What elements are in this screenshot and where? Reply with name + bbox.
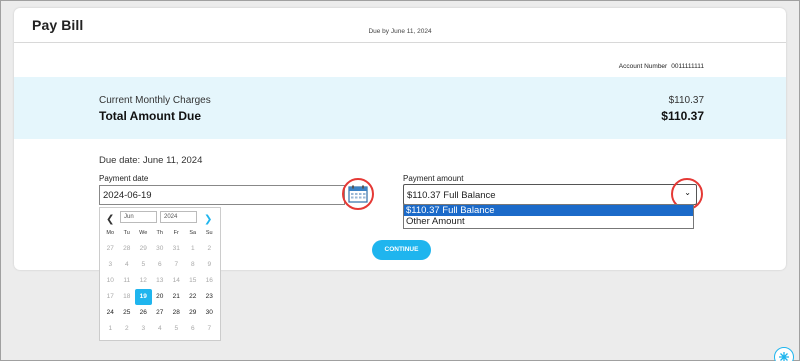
calendar-day[interactable]: 20: [152, 289, 169, 305]
weekday-label: Su: [205, 230, 213, 236]
calendar-day[interactable]: 24: [102, 305, 119, 321]
calendar-week-row: 24 25 26 27 28 29 30: [102, 305, 218, 321]
calendar-day: 2: [124, 325, 129, 332]
calendar-day[interactable]: 21: [168, 289, 185, 305]
calendar-day: 2: [207, 245, 212, 252]
calendar-day: 1: [108, 325, 113, 332]
calendar-day: 9: [207, 261, 212, 268]
payment-amount-label: Payment amount: [403, 174, 464, 183]
calendar-week-row: 27 28 29 30 31 1 2: [102, 241, 218, 257]
weekday-label: Fr: [173, 230, 179, 236]
calendar-day: 6: [190, 325, 195, 332]
chevron-right-icon[interactable]: ❯: [204, 214, 212, 225]
calendar-day: 12: [139, 277, 147, 284]
weekday-label: Sa: [189, 230, 197, 236]
card-header: Pay Bill Due by June 11, 2024: [14, 8, 786, 43]
chevron-left-icon[interactable]: ❮: [106, 214, 114, 225]
calendar-day-selected[interactable]: 19: [135, 289, 152, 305]
calendar-day[interactable]: 25: [119, 305, 136, 321]
calendar-day: 13: [156, 277, 164, 284]
calendar-day: 30: [156, 245, 164, 252]
payment-date-label: Payment date: [99, 174, 149, 183]
due-by-text: Due by June 11, 2024: [368, 28, 432, 35]
calendar-day: 7: [207, 325, 212, 332]
calendar-day: 16: [205, 277, 213, 284]
calendar-day: 4: [124, 261, 129, 268]
calendar-day[interactable]: 27: [152, 305, 169, 321]
payment-date-input[interactable]: 2024-06-19: [99, 185, 345, 205]
calendar-week-row: 1 2 3 4 5 6 7: [102, 321, 218, 337]
current-charges-label: Current Monthly Charges: [99, 95, 211, 106]
calendar-day: 5: [174, 325, 179, 332]
account-number-label: Account Number: [618, 63, 668, 70]
weekday-label: Tu: [123, 230, 130, 236]
calendar-week-row: 10 11 12 13 14 15 16: [102, 273, 218, 289]
calendar-day[interactable]: 23: [201, 289, 218, 305]
calendar-day: 6: [157, 261, 162, 268]
due-date-text: Due date: June 11, 2024: [99, 155, 203, 166]
calendar-day: 29: [139, 245, 147, 252]
calendar-day: 17: [106, 293, 114, 300]
current-charges-value: $110.37: [668, 95, 704, 106]
calendar-day: 7: [174, 261, 179, 268]
calendar-day: 3: [141, 325, 146, 332]
total-due-value: $110.37: [661, 109, 704, 123]
total-due-label: Total Amount Due: [99, 109, 201, 123]
calendar-day: 3: [108, 261, 113, 268]
calendar-day: 18: [123, 293, 131, 300]
weekday-label: Mo: [106, 230, 115, 236]
calendar-day: 28: [123, 245, 131, 252]
calendar-day[interactable]: 26: [135, 305, 152, 321]
year-input[interactable]: 2024: [160, 211, 197, 223]
calendar-day: 8: [190, 261, 195, 268]
calendar-day: 4: [157, 325, 162, 332]
payment-amount-select[interactable]: $110.37 Full Balance ⌄: [403, 184, 697, 205]
payment-amount-options: $110.37 Full Balance Other Amount: [403, 204, 694, 229]
account-number-value: 0011111111: [671, 63, 704, 70]
calendar-week-row: 17 18 19 20 21 22 23: [102, 289, 218, 305]
account-number: Account Number 0011111111: [619, 63, 704, 70]
weekday-header-row: Mo Tu We Th Fr Sa Su: [102, 228, 218, 238]
sparkle-icon: [774, 347, 794, 361]
calendar-day: 27: [106, 245, 114, 252]
calendar-week-row: 3 4 5 6 7 8 9: [102, 257, 218, 273]
weekday-label: We: [139, 230, 148, 236]
option-other-amount[interactable]: Other Amount: [404, 216, 693, 227]
amount-summary: Current Monthly Charges $110.37 Total Am…: [14, 77, 786, 139]
calendar-day: 10: [106, 277, 114, 284]
calendar-day: 5: [141, 261, 146, 268]
payment-amount-value: $110.37 Full Balance: [407, 190, 496, 201]
date-picker: ❮ Jun 2024 ❯ Mo Tu We Th Fr Sa Su 27 28 29 30 31 1 2 3…: [99, 207, 221, 341]
calendar-day: 1: [190, 245, 195, 252]
calendar-day[interactable]: 28: [168, 305, 185, 321]
weekday-label: Th: [156, 230, 163, 236]
calendar-day: 11: [123, 277, 131, 284]
month-select[interactable]: Jun: [120, 211, 157, 223]
calendar-day[interactable]: 29: [185, 305, 202, 321]
calendar-day: 31: [172, 245, 180, 252]
calendar-day: 14: [172, 277, 180, 284]
calendar-highlight-circle: [342, 178, 374, 210]
continue-button[interactable]: CONTINUE: [372, 240, 431, 260]
calendar-grid: Mo Tu We Th Fr Sa Su 27 28 29 30 31 1 2 3 4 5 6 7 8 9 10 11 12 1…: [102, 228, 218, 337]
calendar-day[interactable]: 30: [201, 305, 218, 321]
calendar-day[interactable]: 22: [185, 289, 202, 305]
calendar-day: 15: [189, 277, 197, 284]
option-full-balance[interactable]: $110.37 Full Balance: [404, 205, 693, 216]
